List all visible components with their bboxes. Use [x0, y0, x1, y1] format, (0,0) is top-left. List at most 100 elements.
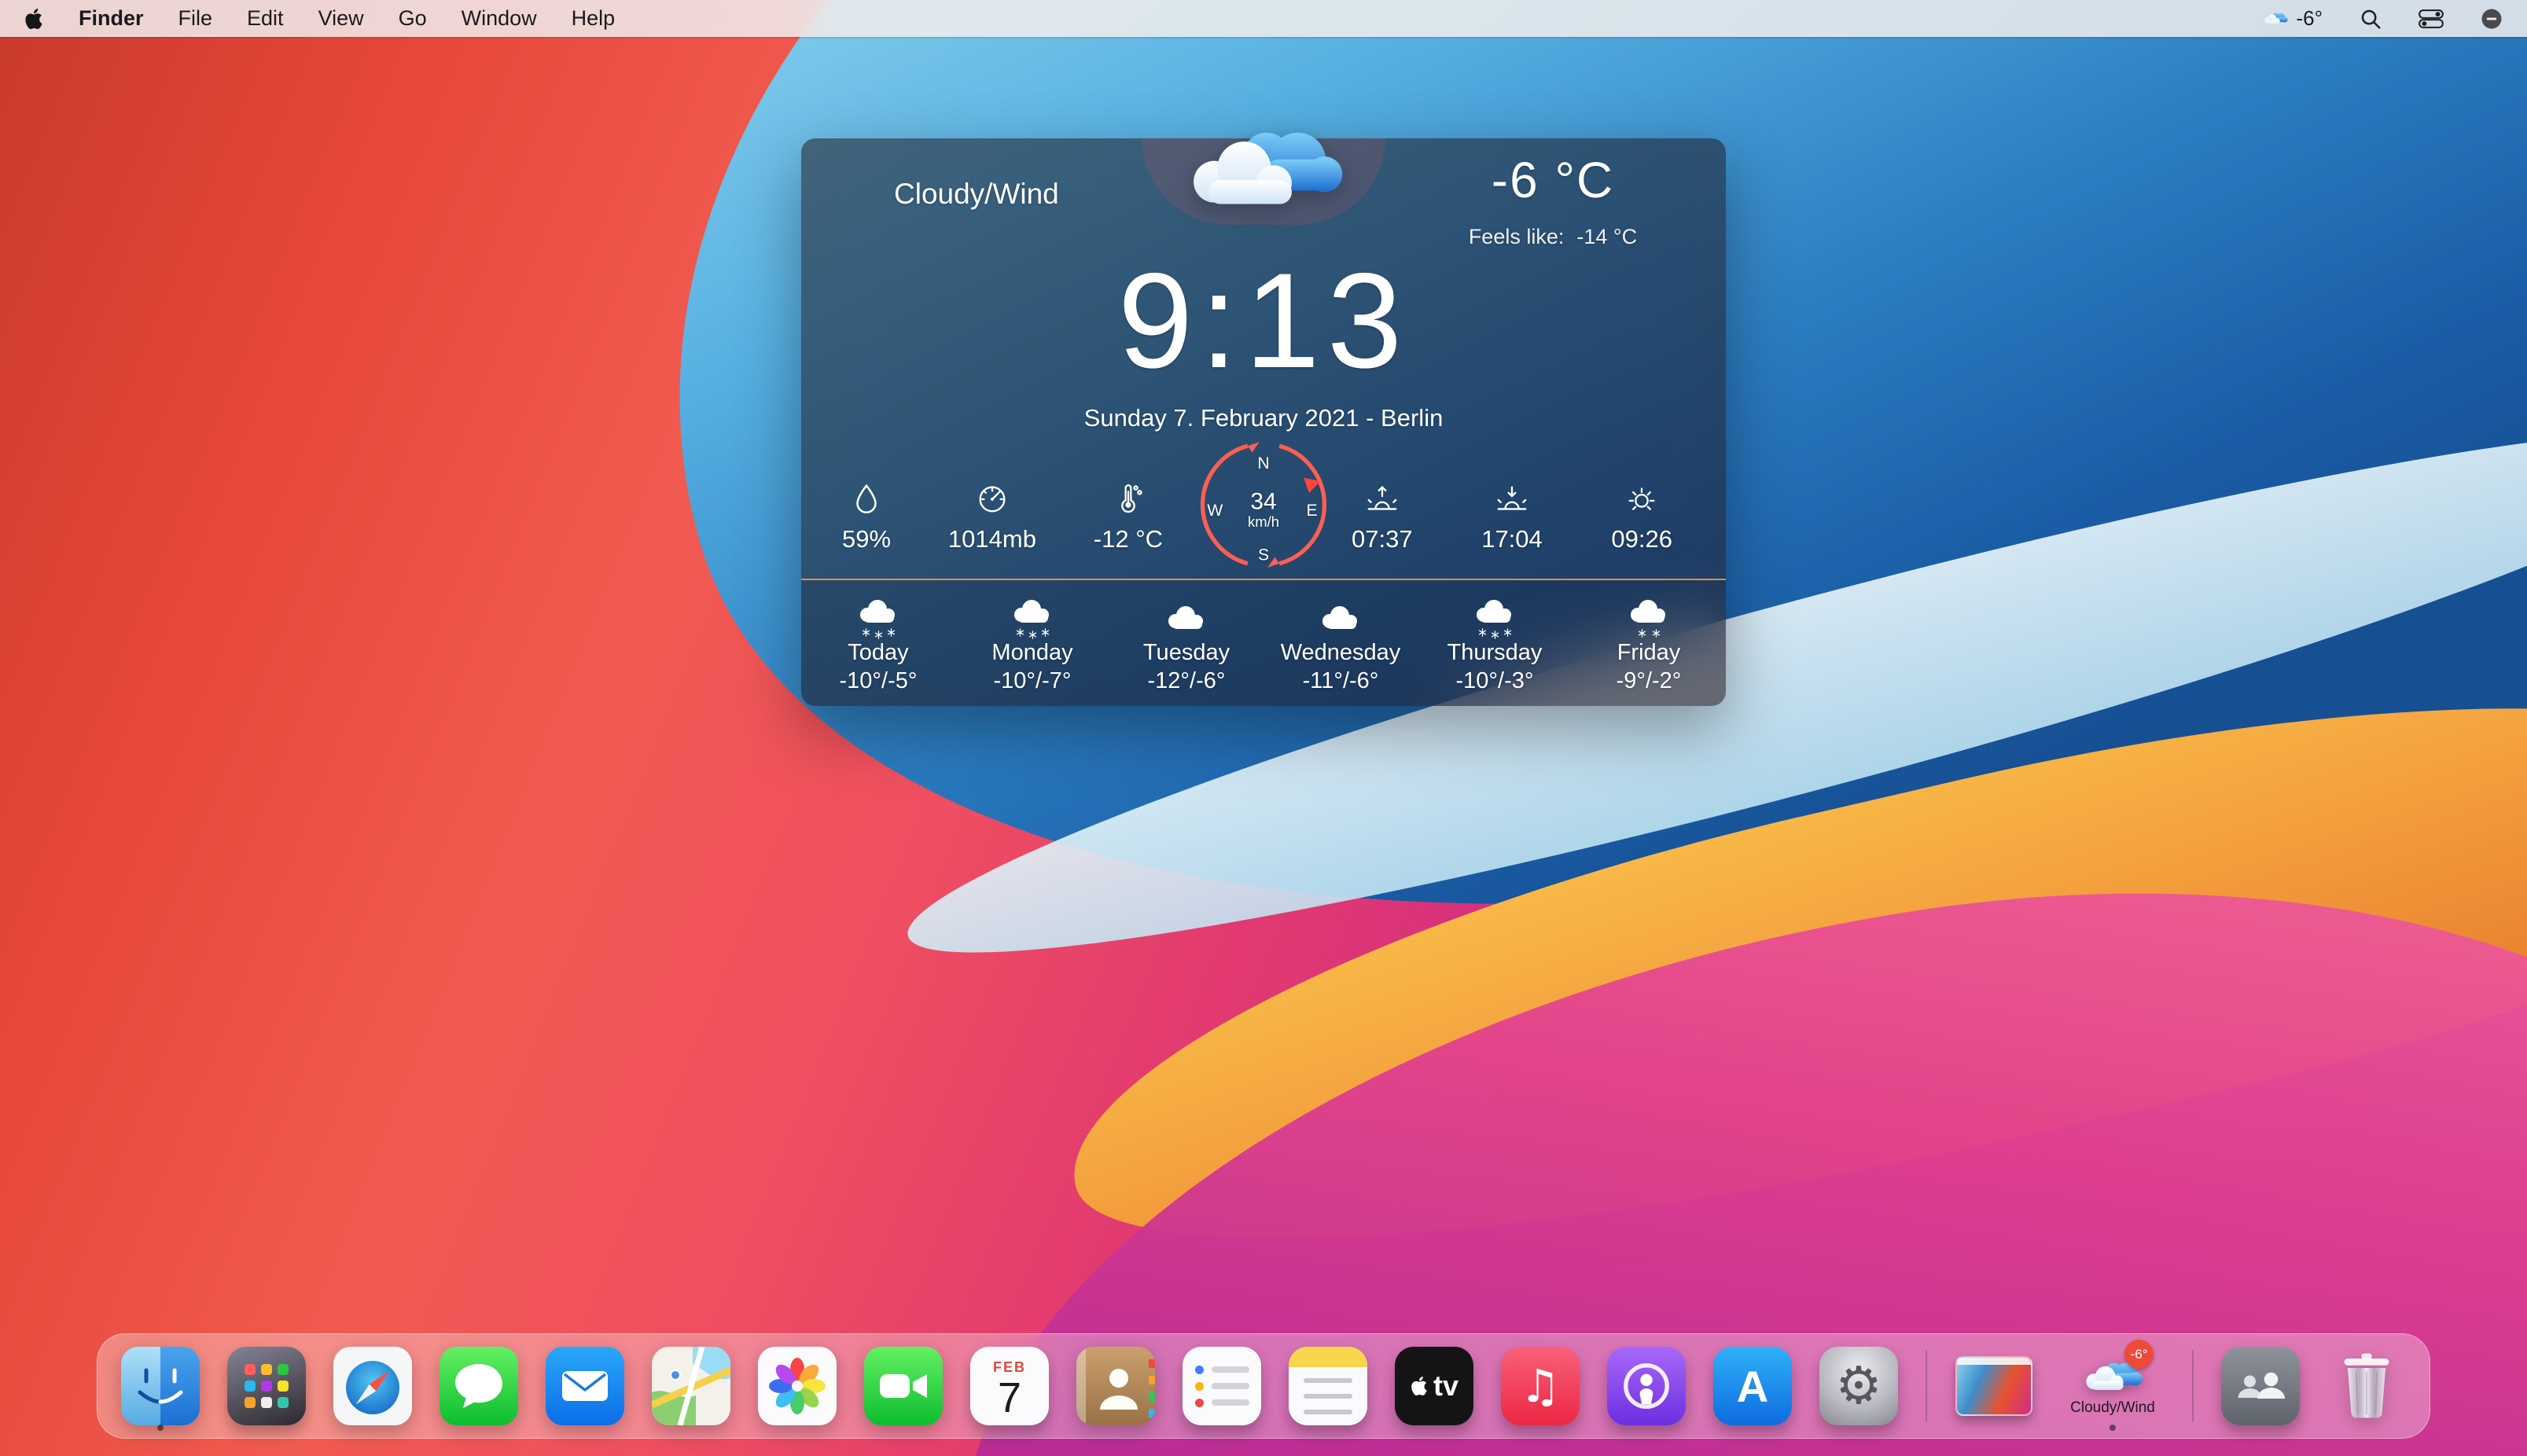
system-preferences-icon: ⚙ — [1819, 1347, 1898, 1425]
apple-tv-icon: tv — [1395, 1347, 1473, 1425]
safari-icon — [333, 1347, 412, 1425]
dock-mail[interactable] — [546, 1340, 624, 1432]
dock-music[interactable]: ♫ — [1501, 1340, 1580, 1432]
music-note-glyph: ♫ — [1520, 1359, 1561, 1413]
dock-contacts[interactable] — [1076, 1340, 1155, 1432]
forecast-thursday: Thursday -10°/-3° — [1418, 580, 1572, 706]
control-center-icon[interactable] — [2418, 8, 2444, 30]
forecast-temps: -10°/-7° — [994, 668, 1072, 694]
dock-reminders[interactable] — [1183, 1340, 1261, 1432]
forecast-temps: -11°/-6° — [1303, 668, 1379, 694]
dock-calendar[interactable]: FEB 7 — [970, 1340, 1049, 1432]
dock-users[interactable] — [2221, 1340, 2300, 1432]
podcasts-icon — [1607, 1347, 1686, 1425]
stat-pressure: 1014mb — [948, 481, 1036, 553]
menu-help[interactable]: Help — [572, 6, 616, 31]
apple-tv-glyph: tv — [1433, 1370, 1458, 1403]
stat-humidity: 59% — [842, 481, 891, 553]
stats-right: 07:37 17:04 09:26 — [1352, 481, 1672, 553]
dock-maps[interactable] — [652, 1340, 730, 1432]
forecast-day: Tuesday — [1143, 640, 1230, 666]
forecast-tuesday: Tuesday -12°/-6° — [1109, 580, 1264, 706]
temperature-value: -12 °C — [1094, 525, 1163, 553]
dock-trash[interactable] — [2327, 1340, 2406, 1432]
compass-south: S — [1258, 546, 1269, 564]
users-icon — [2221, 1347, 2300, 1425]
music-icon: ♫ — [1501, 1347, 1580, 1425]
dock-safari[interactable] — [333, 1340, 412, 1432]
photos-icon — [758, 1347, 837, 1425]
menu-view[interactable]: View — [318, 6, 364, 31]
wind-speed: 34 — [1250, 488, 1276, 514]
weather-widget: Cloudy/Wind -6 °C Feels like:-14 °C 9:13… — [801, 138, 1726, 706]
dock-system-preferences[interactable]: ⚙ — [1819, 1340, 1898, 1432]
apple-menu[interactable] — [24, 9, 44, 29]
menu-go[interactable]: Go — [399, 6, 427, 31]
dock-weather-widget[interactable]: Cloudy/Wind -6° — [2061, 1340, 2165, 1432]
daylight-value: 09:26 — [1611, 525, 1672, 553]
dock-facetime[interactable] — [864, 1340, 943, 1432]
dock-window-preview[interactable] — [1955, 1340, 2033, 1432]
facetime-icon — [864, 1347, 943, 1425]
forecast-temps: -10°/-3° — [1456, 668, 1534, 694]
forecast-monday: Monday -10°/-7° — [955, 580, 1109, 706]
stat-sunrise: 07:37 — [1352, 481, 1413, 553]
menu-window[interactable]: Window — [462, 6, 537, 31]
reminders-icon — [1183, 1347, 1261, 1425]
apple-logo-icon — [1410, 1375, 1429, 1397]
cloud-icon — [1174, 115, 1353, 225]
stats-left: 59% 1014mb -12 °C — [842, 481, 1163, 553]
menu-file[interactable]: File — [178, 6, 213, 31]
compass-east: E — [1307, 502, 1318, 520]
running-indicator — [157, 1425, 164, 1431]
messages-icon — [440, 1347, 518, 1425]
weather-app-label: Cloudy/Wind — [2070, 1399, 2155, 1417]
menu-bar-right: -6° — [2261, 0, 2503, 37]
launchpad-grid — [245, 1364, 289, 1408]
dock-notes[interactable] — [1289, 1340, 1367, 1432]
menubar-weather-status[interactable]: -6° — [2261, 6, 2323, 31]
clock: 9:13 — [801, 253, 1726, 388]
cloud-icon — [1161, 596, 1212, 640]
menubar-weather-cloud-icon — [2261, 10, 2290, 28]
menu-edit[interactable]: Edit — [247, 6, 284, 31]
sunrise-value: 07:37 — [1352, 525, 1413, 553]
calendar-day: 7 — [998, 1376, 1021, 1421]
humidity-value: 59% — [842, 525, 891, 553]
forecast-wednesday: Wednesday -11°/-6° — [1264, 580, 1418, 706]
dock-photos[interactable] — [758, 1340, 837, 1432]
maps-icon — [652, 1347, 730, 1425]
snow-cloud-icon — [853, 596, 903, 640]
dock-launchpad[interactable] — [227, 1340, 306, 1432]
dock-podcasts[interactable] — [1607, 1340, 1686, 1432]
gear-glyph: ⚙ — [1835, 1360, 1881, 1412]
forecast-temps: -12°/-6° — [1148, 668, 1226, 694]
mail-icon — [546, 1347, 624, 1425]
forecast-day: Wednesday — [1281, 640, 1401, 666]
dock: FEB 7 — [97, 1333, 2430, 1439]
menu-bar: Finder File Edit View Go Window Help -6° — [0, 0, 2527, 37]
stat-daylight: 09:26 — [1611, 481, 1672, 553]
stat-sunset: 17:04 — [1481, 481, 1543, 553]
menu-extra-circle-icon[interactable] — [2480, 7, 2503, 31]
stat-temperature: -12 °C — [1094, 481, 1163, 553]
spotlight-search-icon[interactable] — [2359, 7, 2382, 31]
running-indicator — [2110, 1425, 2116, 1431]
dock-apple-tv[interactable]: tv — [1395, 1340, 1473, 1432]
feels-like: Feels like:-14 °C — [1380, 225, 1726, 249]
dock-finder[interactable] — [121, 1340, 200, 1432]
menu-app-name[interactable]: Finder — [79, 6, 144, 31]
forecast-row: Today -10°/-5° Monday -10°/-7° Tuesday -… — [801, 580, 1726, 706]
launchpad-icon — [227, 1347, 306, 1425]
dock-app-store[interactable]: A — [1713, 1340, 1792, 1432]
date-line: Sunday 7. February 2021 - Berlin — [801, 404, 1726, 432]
feels-like-label: Feels like: — [1469, 225, 1565, 248]
trash-icon — [2339, 1352, 2394, 1420]
app-store-glyph: A — [1737, 1361, 1768, 1412]
pressure-icon — [974, 481, 1010, 517]
humidity-icon — [848, 481, 885, 517]
dock-messages[interactable] — [440, 1340, 518, 1432]
condition-label: Cloudy/Wind — [894, 178, 1059, 211]
forecast-temps: -10°/-5° — [840, 668, 918, 694]
compass-north: N — [1257, 454, 1269, 472]
